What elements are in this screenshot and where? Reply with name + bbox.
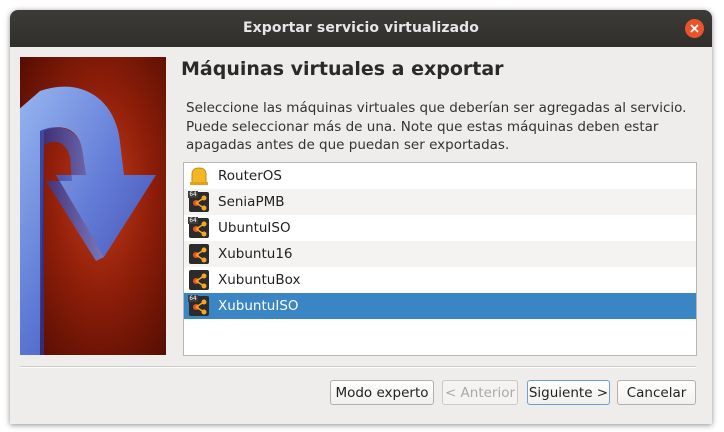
wizard-banner-image xyxy=(20,57,166,355)
cancel-button[interactable]: Cancelar xyxy=(617,380,696,405)
64bit-badge: 64 xyxy=(188,217,198,224)
64bit-badge: 64 xyxy=(188,295,198,302)
close-icon xyxy=(690,24,699,33)
vm-name: SeniaPMB xyxy=(218,194,285,210)
description-line: apagadas antes de que puedan ser exporta… xyxy=(186,137,510,153)
ubuntu-icon: 64 xyxy=(188,217,210,239)
description-line: Puede seleccionar más de una. Note que e… xyxy=(186,118,659,135)
vm-name: RouterOS xyxy=(218,168,282,184)
separator xyxy=(20,366,696,368)
title-bar[interactable]: Exportar servicio virtualizado xyxy=(10,10,712,47)
vm-list-item-xubuntu16[interactable]: Xubuntu16 xyxy=(184,241,696,267)
close-button[interactable] xyxy=(685,19,704,38)
page-heading: Máquinas virtuales a exportar xyxy=(181,58,504,80)
vm-list-item-ubuntuiso[interactable]: 64 UbuntuISO xyxy=(184,215,696,241)
next-button[interactable]: Siguiente > xyxy=(527,380,610,405)
vm-name: XubuntuISO xyxy=(218,298,299,314)
ubuntu-icon: 64 xyxy=(188,295,210,317)
description-line: Seleccione las máquinas virtuales que de… xyxy=(186,100,687,116)
vm-list-item-xubuntuiso[interactable]: 64 XubuntuISO xyxy=(184,293,696,319)
other-os-icon xyxy=(188,165,210,187)
64bit-badge: 64 xyxy=(188,191,198,198)
vm-name: Xubuntu16 xyxy=(218,246,293,262)
vm-list-item-routeros[interactable]: RouterOS xyxy=(184,163,696,189)
page-description: Seleccione las máquinas virtuales que de… xyxy=(186,99,706,155)
export-arrow-icon xyxy=(20,86,156,355)
window-title: Exportar servicio virtualizado xyxy=(242,20,480,36)
vm-list[interactable]: RouterOS 64 SeniaPMB 64 UbuntuISO Xubunt… xyxy=(183,162,697,356)
ubuntu-icon: 64 xyxy=(188,191,210,213)
ubuntu-icon xyxy=(188,243,210,265)
vm-name: XubuntuBox xyxy=(218,272,301,288)
back-button[interactable]: < Anterior xyxy=(442,380,518,405)
vm-list-item-seniapmb[interactable]: 64 SeniaPMB xyxy=(184,189,696,215)
export-appliance-dialog: Exportar servicio virtualizado Máquinas … xyxy=(10,10,712,424)
vm-name: UbuntuISO xyxy=(218,220,291,236)
ubuntu-icon xyxy=(188,269,210,291)
vm-list-item-xubuntubox[interactable]: XubuntuBox xyxy=(184,267,696,293)
expert-mode-button[interactable]: Modo experto xyxy=(330,380,434,405)
